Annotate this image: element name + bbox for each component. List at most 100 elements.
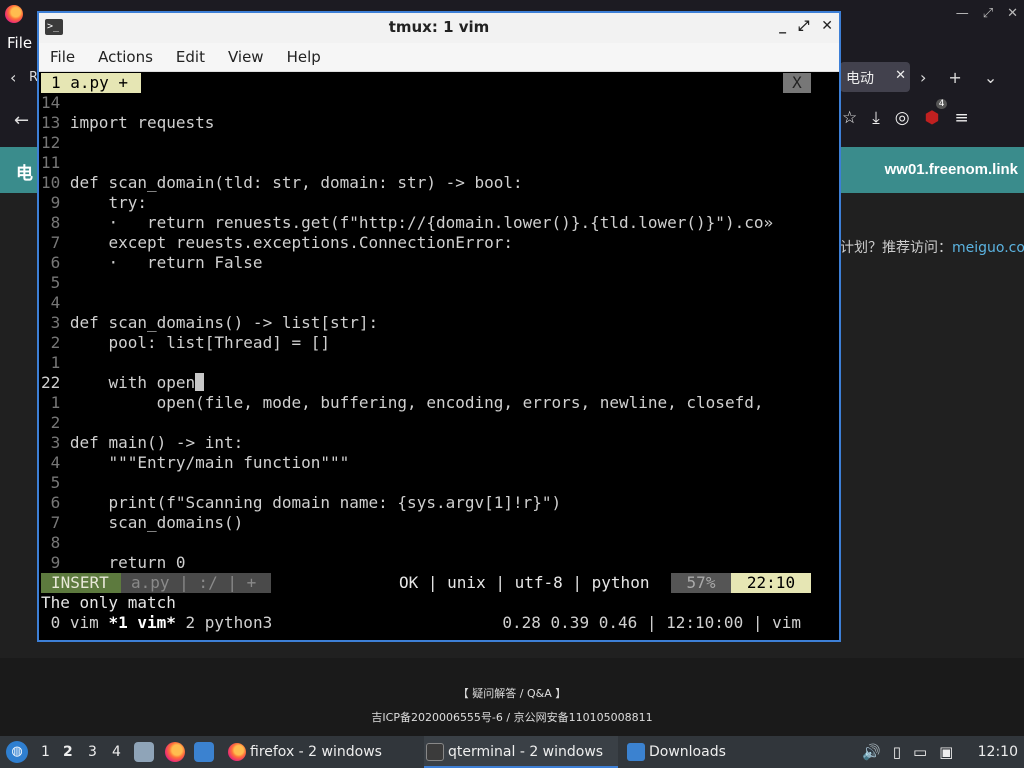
- footer-qa-link[interactable]: 【 疑问解答 / Q&A 】: [0, 685, 1024, 701]
- menu-file[interactable]: File: [50, 48, 75, 71]
- line-number: 6: [41, 253, 61, 272]
- code-line[interactable]: 8 · return renuests.get(f"http://{domain…: [41, 213, 773, 233]
- line-number: 8: [41, 533, 61, 552]
- keyboard-icon[interactable]: ▭: [913, 743, 927, 761]
- vim-message: The only match: [41, 593, 176, 612]
- system-tray: 🔊 ▯ ▭ ▣: [862, 743, 953, 761]
- line-code: scan_domains(): [69, 513, 244, 532]
- code-line[interactable]: 7 scan_domains(): [41, 513, 244, 533]
- code-line[interactable]: 14: [41, 93, 70, 113]
- maximize-icon[interactable]: ⤢: [983, 6, 993, 21]
- site-header-left[interactable]: 电: [16, 159, 33, 184]
- volume-icon[interactable]: 🔊: [862, 743, 881, 761]
- line-code: """Entry/main function""": [69, 453, 350, 472]
- code-line[interactable]: 10 def scan_domain(tld: str, domain: str…: [41, 173, 523, 193]
- network-icon[interactable]: ▣: [939, 743, 953, 761]
- menu-edit[interactable]: Edit: [176, 48, 205, 71]
- site-header-domain[interactable]: ww01.freenom.link: [885, 161, 1018, 178]
- line-number: 4: [41, 453, 61, 472]
- line-number: 8: [41, 213, 61, 232]
- tmux-window-0[interactable]: 0 vim: [41, 613, 108, 632]
- line-code: pool: list[Thread] = []: [69, 333, 330, 352]
- minimize-icon[interactable]: —: [956, 6, 969, 21]
- code-line[interactable]: 5: [41, 473, 70, 493]
- menu-help[interactable]: Help: [287, 48, 321, 71]
- firefox-icon: [228, 743, 246, 761]
- clock[interactable]: 12:10: [978, 744, 1018, 760]
- line-code: def scan_domains() -> list[str]:: [69, 313, 379, 332]
- code-line[interactable]: 6 print(f"Scanning domain name: {sys.arg…: [41, 493, 562, 513]
- task-downloads-label: Downloads: [649, 744, 726, 760]
- new-tab-icon[interactable]: +: [948, 68, 961, 87]
- code-line[interactable]: 6 · return False: [41, 253, 263, 273]
- maximize-icon[interactable]: ⤢: [798, 18, 809, 34]
- close-icon[interactable]: ✕: [821, 18, 833, 34]
- line-code: return 0: [69, 553, 186, 572]
- code-line[interactable]: 22 with open: [41, 373, 205, 393]
- back-arrow-icon[interactable]: ←: [14, 110, 29, 131]
- tab-scroll-right-icon[interactable]: ›: [920, 68, 926, 87]
- terminal-titlebar[interactable]: >_ tmux: 1 vim _ ⤢ ✕: [39, 13, 839, 43]
- line-code: with open: [69, 373, 196, 392]
- desktop-3[interactable]: 3: [88, 744, 97, 760]
- download-icon[interactable]: ⤓: [872, 108, 880, 128]
- code-line[interactable]: 3 def main() -> int:: [41, 433, 244, 453]
- line-number: 1: [41, 353, 61, 372]
- tab-close-icon[interactable]: ✕: [895, 68, 906, 83]
- code-line[interactable]: 2 pool: list[Thread] = []: [41, 333, 330, 353]
- line-number: 9: [41, 553, 61, 572]
- code-line[interactable]: 1: [41, 353, 70, 373]
- tmux-window-2[interactable]: 2 python3: [176, 613, 273, 632]
- promo-link[interactable]: meiguo.com: [952, 240, 1024, 256]
- line-code: except reuests.exceptions.ConnectionErro…: [69, 233, 514, 252]
- file-manager-launcher-icon[interactable]: [134, 742, 154, 762]
- task-qterminal[interactable]: qterminal - 2 windows: [424, 736, 618, 768]
- show-desktop-icon[interactable]: [194, 742, 214, 762]
- code-line[interactable]: 9 try:: [41, 193, 147, 213]
- incognito-icon[interactable]: ◎: [895, 108, 910, 128]
- code-line[interactable]: 11: [41, 153, 70, 173]
- vim-tab-close[interactable]: X: [783, 73, 811, 93]
- code-line[interactable]: 4: [41, 293, 70, 313]
- line-number: 13: [41, 113, 61, 132]
- tmux-window-active[interactable]: *1 vim*: [108, 613, 175, 632]
- start-menu-icon[interactable]: ◍: [6, 741, 28, 763]
- desktop-2[interactable]: 2: [63, 744, 73, 760]
- close-icon[interactable]: ✕: [1007, 6, 1018, 21]
- tab-scroll-left-icon[interactable]: ‹: [10, 68, 16, 87]
- code-line[interactable]: 5: [41, 273, 70, 293]
- promo-text: 计划？推荐访问：meiguo.com: [840, 237, 1024, 257]
- menu-actions[interactable]: Actions: [98, 48, 153, 71]
- code-line[interactable]: 3 def scan_domains() -> list[str]:: [41, 313, 379, 333]
- terminal-area[interactable]: 1 a.py + X 14 13 import requests 12 11 10…: [41, 73, 839, 639]
- menu-view[interactable]: View: [228, 48, 264, 71]
- code-line[interactable]: 4 """Entry/main function""": [41, 453, 350, 473]
- minimize-icon[interactable]: _: [779, 18, 786, 34]
- menu-icon[interactable]: ≡: [954, 108, 968, 128]
- code-line[interactable]: 13 import requests: [41, 113, 214, 133]
- vim-tab[interactable]: 1 a.py +: [41, 73, 141, 93]
- firefox-launcher-icon[interactable]: [165, 742, 185, 762]
- code-line[interactable]: 9 return 0: [41, 553, 186, 573]
- clipboard-icon[interactable]: ▯: [893, 743, 901, 761]
- code-line[interactable]: 7 except reuests.exceptions.ConnectionEr…: [41, 233, 513, 253]
- code-line[interactable]: 2: [41, 413, 70, 433]
- bookmark-star-icon[interactable]: ☆: [842, 108, 857, 128]
- footer-icp: 吉ICP备2020006555号-6 / 京公网安备110105008811: [371, 711, 653, 724]
- firefox-menu-file[interactable]: File: [7, 34, 32, 52]
- line-code: open(file, mode, buffering, encoding, er…: [69, 393, 764, 412]
- active-tab-label: 电动: [846, 71, 874, 87]
- tab-list-chevron-down-icon[interactable]: ⌄: [984, 68, 997, 87]
- firefox-active-tab[interactable]: 电动 ✕: [840, 62, 910, 92]
- line-code: try:: [69, 193, 147, 212]
- code-line[interactable]: 12: [41, 133, 70, 153]
- tmux-statusbar: 0 vim *1 vim* 2 python3 0.28 0.39 0.46 | …: [41, 613, 839, 633]
- line-number: 4: [41, 293, 61, 312]
- desktop-1[interactable]: 1: [41, 744, 50, 760]
- task-downloads[interactable]: Downloads: [625, 736, 775, 768]
- ublock-icon[interactable]: ⬢ 4: [925, 99, 948, 128]
- code-line[interactable]: 1 open(file, mode, buffering, encoding, …: [41, 393, 764, 413]
- task-firefox[interactable]: firefox - 2 windows: [226, 736, 420, 768]
- desktop-4[interactable]: 4: [112, 744, 121, 760]
- code-line[interactable]: 8: [41, 533, 70, 553]
